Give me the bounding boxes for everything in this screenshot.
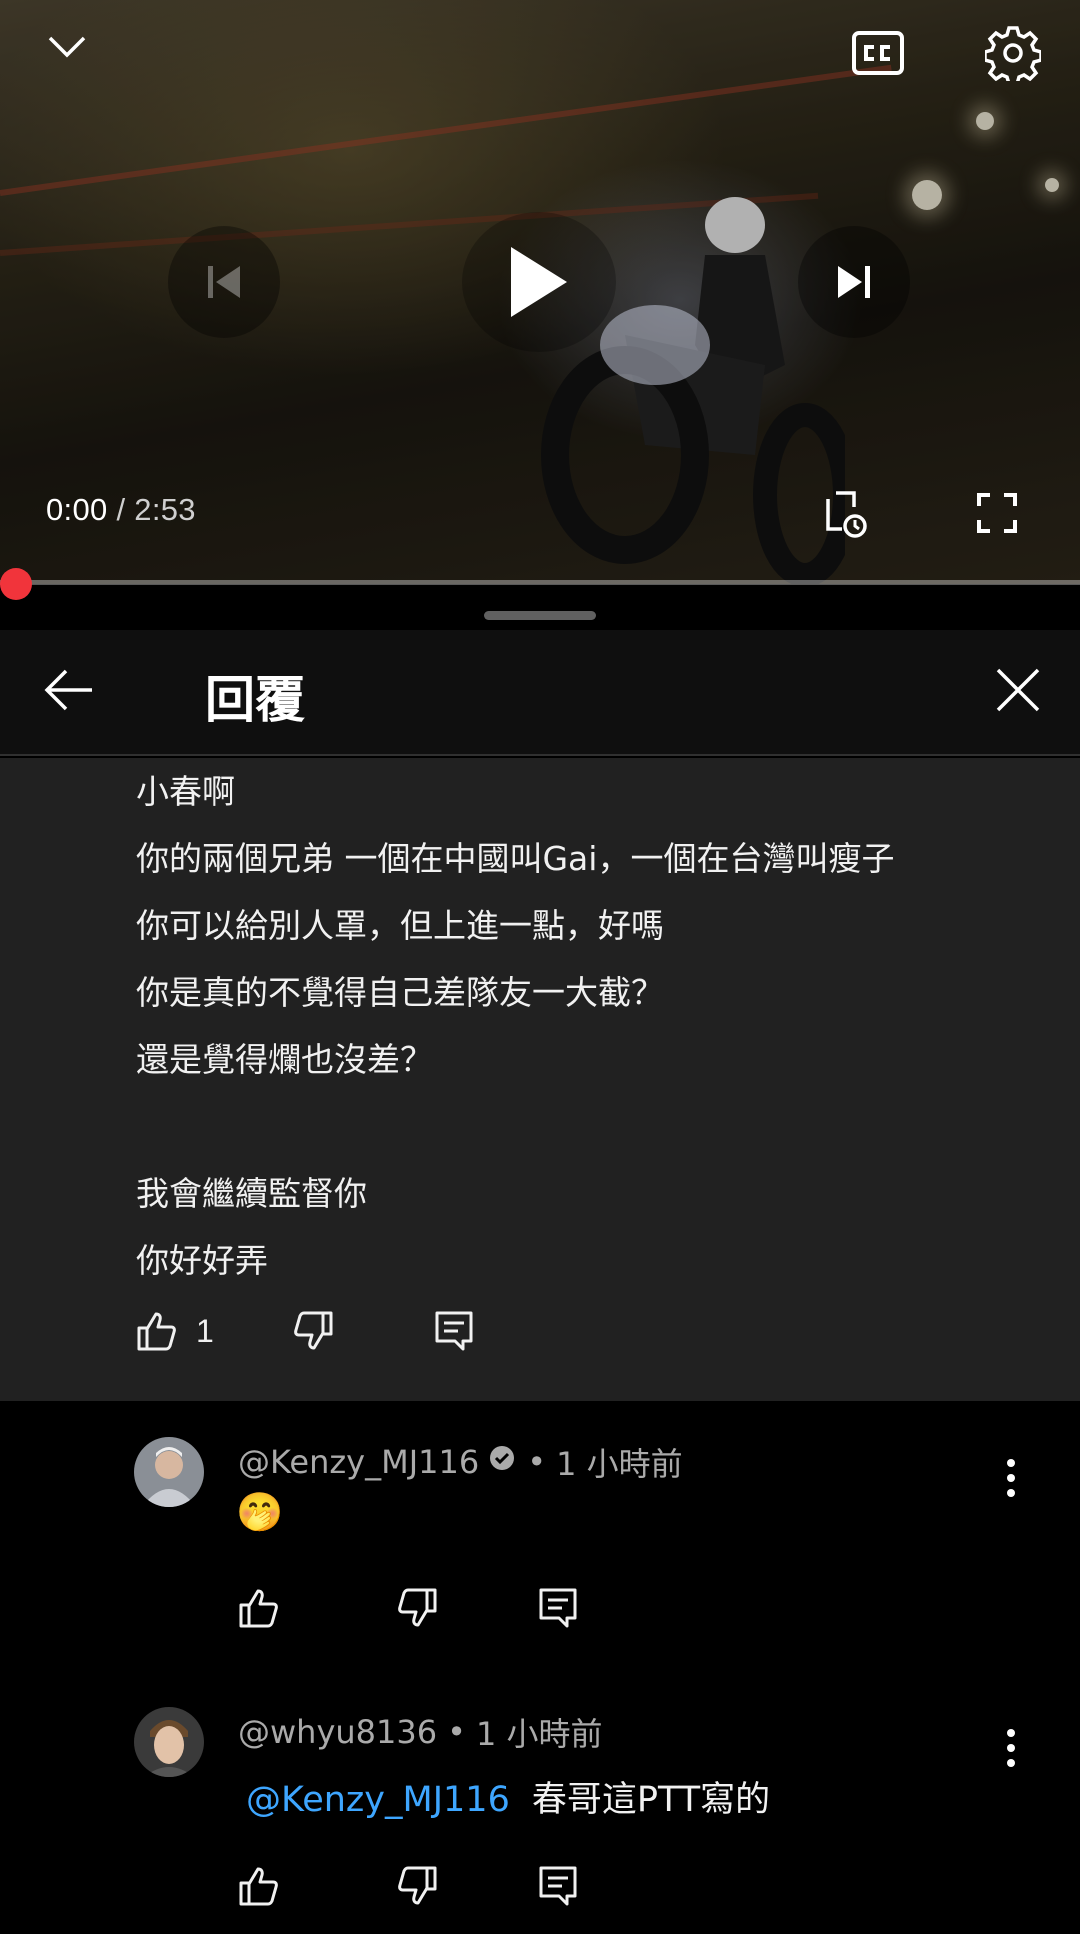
parent-comment-text: 小春啊 你的兩個兄弟 一個在中國叫Gai，一個在台灣叫瘦子 你可以給別人罩，但上… <box>136 772 895 1280</box>
reply-content: @Kenzy_MJ116 春哥這PTT寫的 <box>246 1771 770 1822</box>
reply-time: 1 小時前 <box>556 1445 683 1483</box>
meta-separator: • <box>527 1443 547 1481</box>
play-button[interactable] <box>462 212 616 352</box>
next-button[interactable] <box>798 226 910 338</box>
current-time: 0:00 <box>46 492 108 527</box>
playback-time: 0:00 / 2:53 <box>46 492 196 528</box>
panel-drag-handle[interactable] <box>484 611 596 620</box>
collapse-button[interactable] <box>38 22 96 72</box>
avatar-image <box>134 1437 204 1507</box>
reply-item: @whyu8136 • 1 小時前 @Kenzy_MJ116 春哥這PTT寫的 <box>0 1669 1080 1934</box>
settings-button[interactable] <box>982 22 1044 84</box>
close-icon <box>996 668 1040 712</box>
thumbs-up-icon <box>239 1589 278 1628</box>
close-button[interactable] <box>988 660 1048 720</box>
like-button[interactable] <box>238 1865 280 1907</box>
thumbs-up-icon <box>137 1312 176 1351</box>
captions-button[interactable] <box>846 26 910 80</box>
reply-meta: @Kenzy_MJ116 • 1 小時前 <box>238 1439 683 1485</box>
reply-author-handle[interactable]: @whyu8136 <box>238 1713 437 1751</box>
verified-icon <box>487 1443 517 1481</box>
avatar[interactable] <box>134 1707 204 1777</box>
add-to-queue-button[interactable] <box>820 486 872 542</box>
reply-button[interactable] <box>434 1310 474 1352</box>
more-vertical-icon <box>1007 1729 1015 1767</box>
progress-scrubber[interactable] <box>0 568 32 600</box>
avatar-image <box>134 1707 204 1777</box>
video-player[interactable]: 0:00 / 2:53 <box>0 0 1080 584</box>
thumbs-down-icon <box>294 1311 333 1350</box>
fullscreen-icon <box>977 493 1017 533</box>
thumbs-up-icon <box>239 1867 278 1906</box>
comment-reply-icon <box>435 1311 473 1351</box>
fullscreen-button[interactable] <box>974 490 1020 536</box>
skip-next-icon <box>838 266 870 298</box>
more-options-button[interactable] <box>996 1453 1026 1503</box>
duration: 2:53 <box>134 492 196 527</box>
reply-button[interactable] <box>538 1865 578 1907</box>
like-button[interactable] <box>238 1587 280 1629</box>
like-button[interactable]: 1 <box>136 1310 214 1352</box>
thumbs-down-icon <box>398 1588 437 1627</box>
cc-icon <box>852 31 904 75</box>
time-separator: / <box>107 492 135 527</box>
dislike-button[interactable] <box>292 1310 334 1352</box>
reply-meta: @whyu8136 • 1 小時前 <box>238 1709 603 1755</box>
skip-previous-icon <box>208 266 240 298</box>
dislike-button[interactable] <box>396 1587 438 1629</box>
reply-content-text: 春哥這PTT寫的 <box>531 1780 771 1820</box>
comment-reply-icon <box>539 1866 577 1906</box>
arrow-left-icon <box>44 669 92 711</box>
previous-button[interactable] <box>168 226 280 338</box>
avatar[interactable] <box>134 1437 204 1507</box>
mention-link[interactable]: @Kenzy_MJ116 <box>246 1780 510 1820</box>
back-button[interactable] <box>40 660 100 720</box>
dislike-button[interactable] <box>396 1865 438 1907</box>
gear-icon <box>985 26 1041 81</box>
progress-bar[interactable] <box>0 580 1080 585</box>
add-to-queue-icon <box>826 491 867 538</box>
parent-comment: 小春啊 你的兩個兄弟 一個在中國叫Gai，一個在台灣叫瘦子 你可以給別人罩，但上… <box>0 758 1080 1401</box>
more-options-button[interactable] <box>996 1723 1026 1773</box>
panel-title: 回覆 <box>205 671 305 729</box>
reply-item: @Kenzy_MJ116 • 1 小時前 🤭 <box>0 1401 1080 1669</box>
play-icon <box>511 247 567 317</box>
more-vertical-icon <box>1007 1459 1015 1497</box>
meta-separator: • <box>447 1713 466 1751</box>
like-count: 1 <box>196 1312 214 1349</box>
comment-reply-icon <box>539 1588 577 1628</box>
reply-button[interactable] <box>538 1587 578 1629</box>
chevron-down-icon <box>48 36 86 58</box>
reply-content: 🤭 <box>236 1492 284 1534</box>
reply-time: 1 小時前 <box>475 1715 603 1753</box>
thumbs-down-icon <box>398 1866 437 1905</box>
panel-header: 回覆 <box>0 630 1080 756</box>
reply-author-handle[interactable]: @Kenzy_MJ116 <box>238 1443 479 1481</box>
